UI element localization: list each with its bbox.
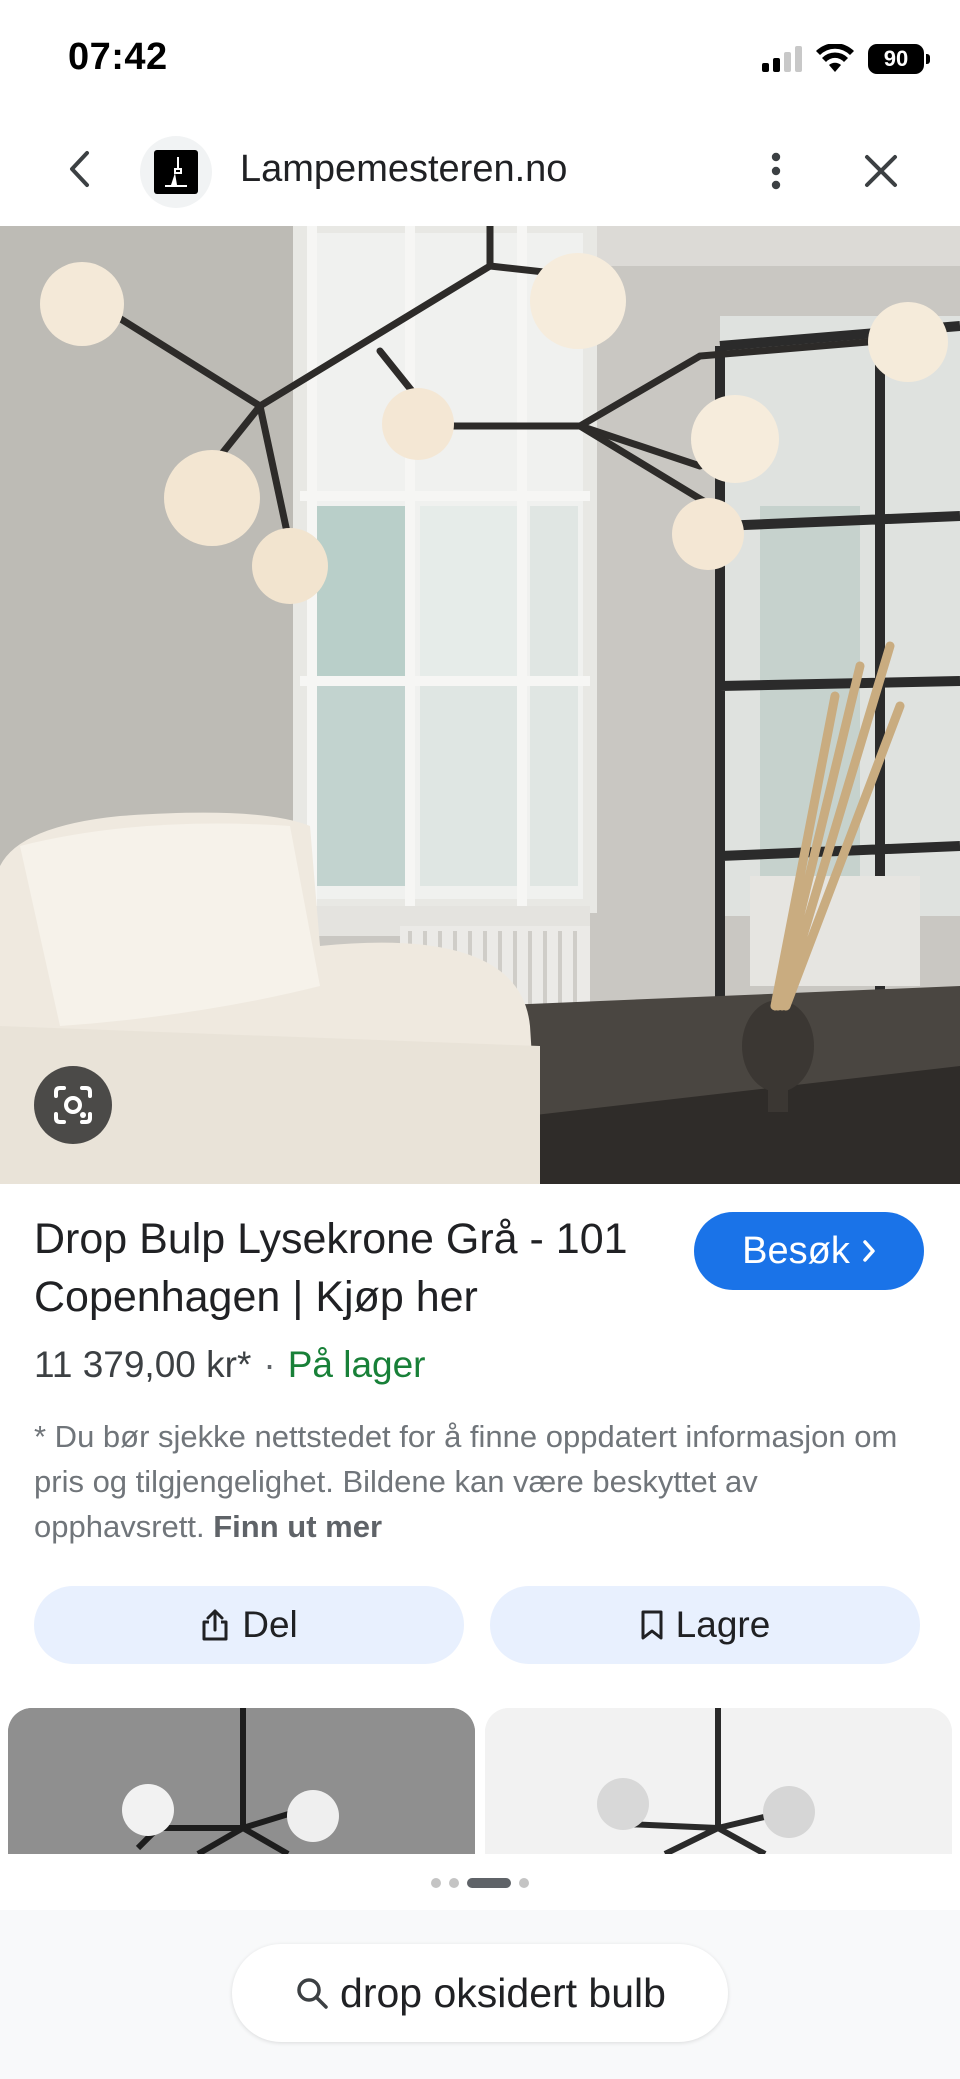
carousel-dot bbox=[449, 1878, 459, 1888]
search-query: drop oksidert bulb bbox=[340, 1969, 666, 2016]
battery-icon: 90 bbox=[868, 44, 930, 74]
save-label: Lagre bbox=[675, 1604, 771, 1645]
bookmark-icon bbox=[641, 1610, 663, 1640]
disclaimer: * Du bør sjekke nettstedet for å finne o… bbox=[34, 1414, 934, 1549]
carousel-indicator bbox=[0, 1868, 960, 1898]
share-button[interactable]: Del bbox=[34, 1586, 464, 1664]
carousel-dot-active bbox=[467, 1878, 511, 1888]
share-label: Del bbox=[242, 1604, 298, 1645]
wifi-icon bbox=[816, 44, 854, 72]
search-query-pill[interactable]: drop oksidert bulb bbox=[232, 1944, 728, 2042]
back-button[interactable] bbox=[52, 142, 106, 196]
more-options-button[interactable] bbox=[752, 144, 800, 198]
price: 11 379,00 kr* bbox=[34, 1344, 252, 1385]
status-time: 07:42 bbox=[68, 36, 168, 78]
product-title[interactable]: Drop Bulp Lysekrone Grå - 101 Copenhagen… bbox=[34, 1210, 644, 1326]
more-vertical-icon bbox=[771, 152, 781, 190]
price-separator: · bbox=[263, 1344, 276, 1385]
site-header: Lampemesteren.no bbox=[0, 118, 960, 226]
price-row: 11 379,00 kr* · På lager bbox=[34, 1344, 426, 1386]
status-icons: 90 bbox=[762, 42, 930, 76]
close-icon bbox=[865, 155, 897, 187]
disclaimer-text: * Du bør sjekke nettstedet for å finne o… bbox=[34, 1419, 898, 1544]
product-image[interactable] bbox=[0, 226, 960, 1184]
learn-more-link[interactable]: Finn ut mer bbox=[213, 1509, 382, 1544]
save-button[interactable]: Lagre bbox=[490, 1586, 920, 1664]
carousel-dot bbox=[519, 1878, 529, 1888]
battery-level: 90 bbox=[883, 46, 909, 71]
search-icon bbox=[297, 1978, 328, 2009]
carousel-dot bbox=[431, 1878, 441, 1888]
close-button[interactable] bbox=[854, 144, 908, 198]
status-bar: 07:42 90 bbox=[0, 0, 960, 118]
signal-icon bbox=[762, 46, 802, 72]
related-image-2[interactable] bbox=[485, 1708, 952, 1854]
stock-status: På lager bbox=[287, 1344, 426, 1385]
lens-search-button[interactable] bbox=[34, 1066, 112, 1144]
related-image-1[interactable] bbox=[8, 1708, 475, 1854]
visit-button-label: Besøk bbox=[742, 1229, 850, 1272]
visit-button[interactable]: Besøk bbox=[694, 1212, 924, 1290]
back-arrow-icon bbox=[70, 151, 89, 187]
site-title[interactable]: Lampemesteren.no bbox=[240, 148, 567, 191]
chevron-right-icon bbox=[863, 1240, 875, 1262]
share-icon bbox=[202, 1609, 228, 1641]
site-favicon[interactable] bbox=[140, 136, 212, 208]
lens-icon bbox=[54, 1086, 92, 1124]
